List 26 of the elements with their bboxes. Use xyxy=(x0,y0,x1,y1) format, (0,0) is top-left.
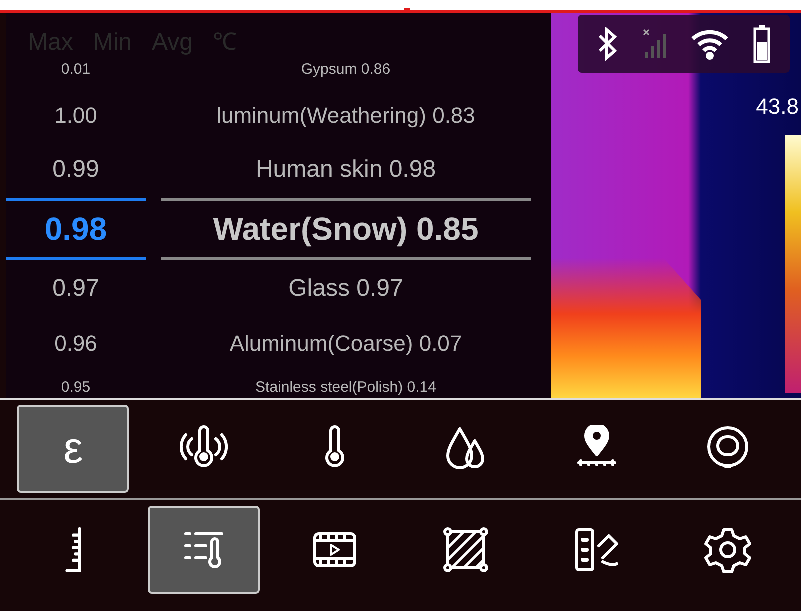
scale-max-value: 43.8 xyxy=(756,93,799,121)
material-label[interactable]: Stainless steel(Polish) 0.14 xyxy=(256,376,436,400)
signal-icon xyxy=(642,28,668,60)
material-label[interactable]: Water(Snow) 0.85 xyxy=(213,205,479,253)
emissivity-button[interactable]: ε xyxy=(17,405,130,493)
emissivity-value[interactable]: 0.96 xyxy=(54,326,98,360)
emissivity-value[interactable]: 0.98 xyxy=(44,205,108,253)
emissivity-value[interactable]: 0.97 xyxy=(52,270,100,306)
emissivity-value[interactable]: 1.00 xyxy=(54,98,98,132)
parameter-list-button[interactable] xyxy=(148,506,260,594)
settings-icon xyxy=(704,526,752,574)
battery-icon xyxy=(752,24,771,64)
hatched-area-icon xyxy=(442,526,490,574)
ruler-icon xyxy=(63,527,84,573)
bluetooth-icon xyxy=(597,27,620,61)
material-label[interactable]: luminum(Weathering) 0.83 xyxy=(216,98,476,132)
emissivity-value[interactable]: 0.99 xyxy=(52,152,100,188)
material-label[interactable]: Human skin 0.98 xyxy=(256,152,436,188)
wifi-icon xyxy=(690,28,730,60)
material-label[interactable]: Glass 0.97 xyxy=(288,270,404,306)
material-label[interactable]: Aluminum(Coarse) 0.07 xyxy=(230,326,462,360)
header-label: ℃ xyxy=(212,28,237,58)
emissivity-value[interactable]: 0.01 xyxy=(61,58,91,82)
material-label[interactable]: Gypsum 0.86 xyxy=(301,58,391,82)
emissivity-value[interactable]: 0.95 xyxy=(61,376,91,400)
palette-switch-icon xyxy=(572,526,621,574)
